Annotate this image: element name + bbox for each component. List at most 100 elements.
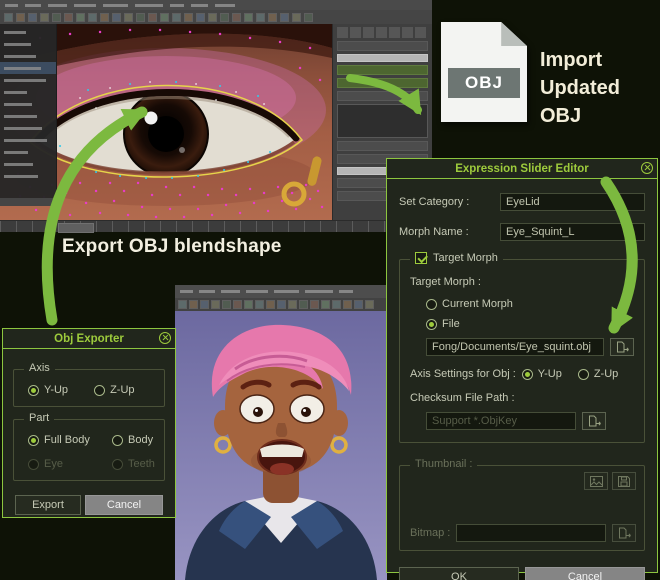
toolbar-icon[interactable] xyxy=(184,13,193,22)
toolbar-icon[interactable] xyxy=(354,300,363,309)
menu-item[interactable] xyxy=(199,290,215,293)
menu-item[interactable] xyxy=(135,4,163,7)
menu-item[interactable] xyxy=(74,4,96,7)
maya-viewport-character[interactable] xyxy=(175,311,387,580)
toolbar-icon[interactable] xyxy=(211,300,220,309)
toolbar-icon[interactable] xyxy=(112,13,121,22)
toolbar-icon[interactable] xyxy=(233,300,242,309)
maya-shelf[interactable] xyxy=(175,298,387,311)
menu-item[interactable] xyxy=(215,4,235,7)
file-path-input[interactable] xyxy=(426,338,604,356)
menu-item[interactable] xyxy=(246,290,268,293)
toolbar-icon[interactable] xyxy=(256,13,265,22)
toolbar-icon[interactable] xyxy=(365,300,374,309)
toolbar-icon[interactable] xyxy=(268,13,277,22)
toolbar-icon[interactable] xyxy=(332,300,341,309)
toolbar-icon[interactable] xyxy=(232,13,241,22)
toolbar-icon[interactable] xyxy=(160,13,169,22)
cancel-button[interactable]: Cancel xyxy=(525,567,645,580)
browse-bitmap-button[interactable] xyxy=(612,524,636,542)
toolbar-icon[interactable] xyxy=(4,13,13,22)
maya-menu-bar[interactable] xyxy=(175,285,387,298)
toolbar-icon[interactable] xyxy=(277,300,286,309)
panel-listbox[interactable] xyxy=(337,104,428,138)
set-category-input[interactable] xyxy=(500,193,645,211)
cancel-button[interactable]: Cancel xyxy=(85,495,163,515)
file-radio[interactable]: File xyxy=(426,318,634,330)
panel-button-green[interactable] xyxy=(337,78,428,88)
part-teeth-radio[interactable]: Teeth xyxy=(112,458,155,470)
toolbar-icon[interactable] xyxy=(178,300,187,309)
scene-tree-item[interactable] xyxy=(0,146,56,158)
toolbar-icon[interactable] xyxy=(64,13,73,22)
axis-zup-radio[interactable]: Z-Up xyxy=(94,384,134,396)
current-morph-radio[interactable]: Current Morph xyxy=(426,298,634,310)
toolbar-icon[interactable] xyxy=(189,300,198,309)
part-eye-radio[interactable]: Eye xyxy=(28,458,106,470)
toolbar-icon[interactable] xyxy=(88,13,97,22)
toolbar-icon[interactable] xyxy=(222,300,231,309)
obj-axis-yup-radio[interactable]: Y-Up xyxy=(522,368,562,380)
panel-button-green[interactable] xyxy=(337,65,428,75)
toolbar-icon[interactable] xyxy=(299,300,308,309)
max-menu-bar[interactable] xyxy=(0,0,432,10)
scene-tree-item[interactable] xyxy=(0,110,56,122)
close-icon[interactable] xyxy=(641,162,653,174)
target-morph-checkbox[interactable] xyxy=(415,252,427,264)
checksum-input[interactable] xyxy=(426,412,576,430)
menu-item[interactable] xyxy=(103,4,128,7)
toolbar-icon[interactable] xyxy=(288,300,297,309)
menu-item[interactable] xyxy=(25,4,41,7)
thumbnail-image-button[interactable] xyxy=(584,472,608,490)
toolbar-icon[interactable] xyxy=(40,13,49,22)
scene-tree-item[interactable] xyxy=(0,62,56,74)
scene-tree-item[interactable] xyxy=(0,122,56,134)
toolbar-icon[interactable] xyxy=(280,13,289,22)
toolbar-icon[interactable] xyxy=(136,13,145,22)
menu-item[interactable] xyxy=(170,4,184,7)
menu-item[interactable] xyxy=(305,290,333,293)
toolbar-icon[interactable] xyxy=(266,300,275,309)
toolbar-icon[interactable] xyxy=(343,300,352,309)
ok-button[interactable]: OK xyxy=(399,567,519,580)
toolbar-icon[interactable] xyxy=(292,13,301,22)
browse-checksum-button[interactable] xyxy=(582,412,606,430)
export-button[interactable]: Export xyxy=(15,495,81,515)
scene-tree-item[interactable] xyxy=(0,170,56,182)
toolbar-icon[interactable] xyxy=(148,13,157,22)
toolbar-icon[interactable] xyxy=(124,13,133,22)
browse-file-button[interactable] xyxy=(610,338,634,356)
scene-tree-item[interactable] xyxy=(0,38,56,50)
toolbar-icon[interactable] xyxy=(244,300,253,309)
scene-tree-item[interactable] xyxy=(0,158,56,170)
max-toolbar[interactable] xyxy=(0,10,432,24)
menu-item[interactable] xyxy=(191,4,208,7)
toolbar-icon[interactable] xyxy=(76,13,85,22)
part-body-radio[interactable]: Body xyxy=(112,434,153,446)
axis-yup-radio[interactable]: Y-Up xyxy=(28,384,68,396)
dialog-titlebar[interactable]: Expression Slider Editor xyxy=(387,159,657,179)
toolbar-icon[interactable] xyxy=(220,13,229,22)
toolbar-icon[interactable] xyxy=(310,300,319,309)
timeline-slider[interactable] xyxy=(58,223,94,233)
toolbar-icon[interactable] xyxy=(208,13,217,22)
menu-item[interactable] xyxy=(339,290,353,293)
scene-tree-item[interactable] xyxy=(0,26,56,38)
toolbar-icon[interactable] xyxy=(52,13,61,22)
toolbar-icon[interactable] xyxy=(304,13,313,22)
morph-name-input[interactable] xyxy=(500,223,645,241)
obj-axis-zup-radio[interactable]: Z-Up xyxy=(578,368,618,380)
toolbar-icon[interactable] xyxy=(100,13,109,22)
menu-item[interactable] xyxy=(274,290,299,293)
menu-item[interactable] xyxy=(5,4,18,7)
scene-explorer-scrollbar[interactable] xyxy=(0,198,57,206)
close-icon[interactable] xyxy=(159,332,171,344)
toolbar-icon[interactable] xyxy=(16,13,25,22)
part-fullbody-radio[interactable]: Full Body xyxy=(28,434,106,446)
scene-tree-item[interactable] xyxy=(0,74,56,86)
menu-item[interactable] xyxy=(180,290,193,293)
toolbar-icon[interactable] xyxy=(28,13,37,22)
menu-item[interactable] xyxy=(221,290,240,293)
max-scene-explorer[interactable] xyxy=(0,24,57,198)
menu-item[interactable] xyxy=(48,4,67,7)
